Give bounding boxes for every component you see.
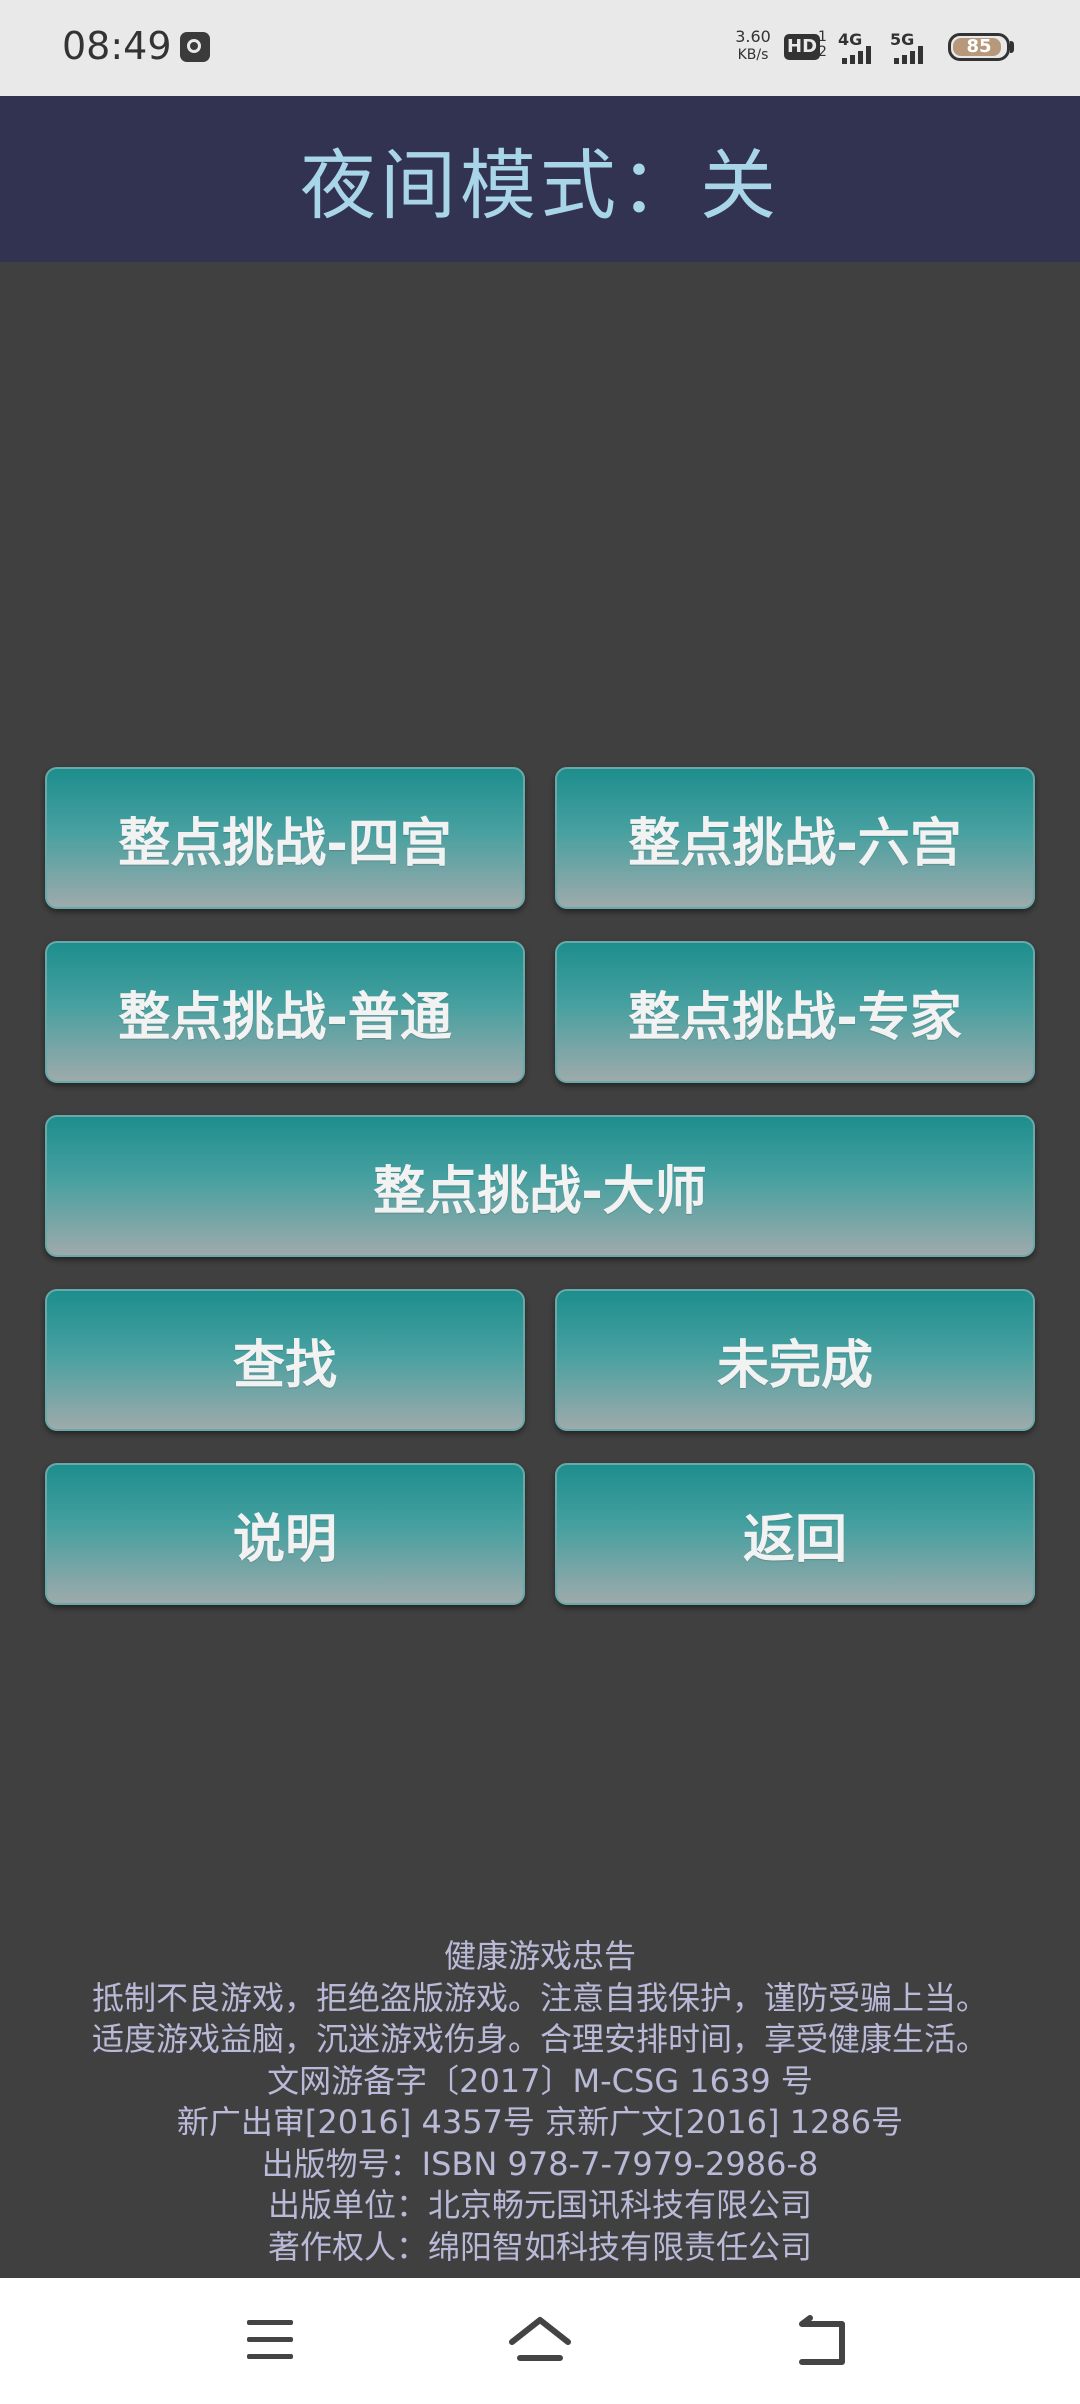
battery-icon: 85 xyxy=(948,33,1010,61)
challenge-six-palace-button[interactable]: 整点挑战-六宫 xyxy=(555,767,1035,909)
system-nav-bar xyxy=(0,2278,1080,2404)
status-bar: 08:49 3.60 KB/s HD 12 4G 5G 85 xyxy=(0,0,1080,96)
header-bar: 夜间模式：关 xyxy=(0,96,1080,262)
back-icon[interactable] xyxy=(784,2308,864,2374)
button-label: 未完成 xyxy=(716,1335,873,1396)
footer-line: 出版单位：北京畅元国讯科技有限公司 xyxy=(267,2186,812,2224)
network-speed-unit: KB/s xyxy=(737,47,769,63)
battery-tip xyxy=(1010,41,1014,53)
button-label: 说明 xyxy=(232,1509,337,1570)
instructions-button[interactable]: 说明 xyxy=(45,1463,525,1605)
network-speed: 3.60 KB/s xyxy=(730,28,776,64)
status-time: 08:49 xyxy=(62,24,172,68)
signal-5g-icon xyxy=(894,46,930,64)
hd-voice-icon: HD xyxy=(784,34,821,60)
challenge-normal-button[interactable]: 整点挑战-普通 xyxy=(45,941,525,1083)
challenge-four-palace-button[interactable]: 整点挑战-四宫 xyxy=(45,767,525,909)
button-label: 整点挑战-普通 xyxy=(118,987,452,1048)
health-advisory-footer: 健康游戏忠告 抵制不良游戏，拒绝盗版游戏。注意自我保护，谨防受骗上当。 适度游戏… xyxy=(0,1936,1080,2268)
night-mode-toggle[interactable]: 夜间模式：关 xyxy=(300,124,780,234)
footer-line: 著作权人：绵阳智如科技有限责任公司 xyxy=(267,2227,812,2266)
back-button[interactable]: 返回 xyxy=(555,1463,1035,1605)
signal-4g-icon xyxy=(842,46,878,64)
search-button[interactable]: 查找 xyxy=(45,1289,525,1431)
footer-line: 健康游戏忠告 xyxy=(443,1937,636,1975)
gallery-icon xyxy=(180,32,210,62)
button-label: 返回 xyxy=(742,1509,847,1570)
challenge-master-button[interactable]: 整点挑战-大师 xyxy=(45,1115,1035,1257)
sim-slot-indicator: 12 xyxy=(818,29,827,60)
button-label: 查找 xyxy=(232,1335,337,1396)
footer-line: 文网游备字〔2017〕M-CSG 1639 号 xyxy=(267,2061,813,2100)
menu-icon[interactable] xyxy=(229,2308,309,2374)
challenge-expert-button[interactable]: 整点挑战-专家 xyxy=(555,941,1035,1083)
footer-line: 抵制不良游戏，拒绝盗版游戏。注意自我保护，谨防受骗上当。 xyxy=(91,1978,988,2017)
footer-line: 适度游戏益脑，沉迷游戏伤身。合理安排时间，享受健康生活。 xyxy=(91,2020,988,2058)
footer-line: 出版物号：ISBN 978-7-7979-2986-8 xyxy=(261,2144,819,2183)
unfinished-button[interactable]: 未完成 xyxy=(555,1289,1035,1431)
network-speed-value: 3.60 xyxy=(735,27,771,46)
button-label: 整点挑战-六宫 xyxy=(628,813,962,874)
button-label: 整点挑战-四宫 xyxy=(118,813,452,874)
battery-level: 85 xyxy=(966,36,992,57)
footer-line: 新广出审[2016] 4357号 京新广文[2016] 1286号 xyxy=(176,2103,904,2141)
home-icon[interactable] xyxy=(500,2308,580,2374)
button-label: 整点挑战-专家 xyxy=(628,987,962,1048)
button-label: 整点挑战-大师 xyxy=(373,1161,707,1222)
